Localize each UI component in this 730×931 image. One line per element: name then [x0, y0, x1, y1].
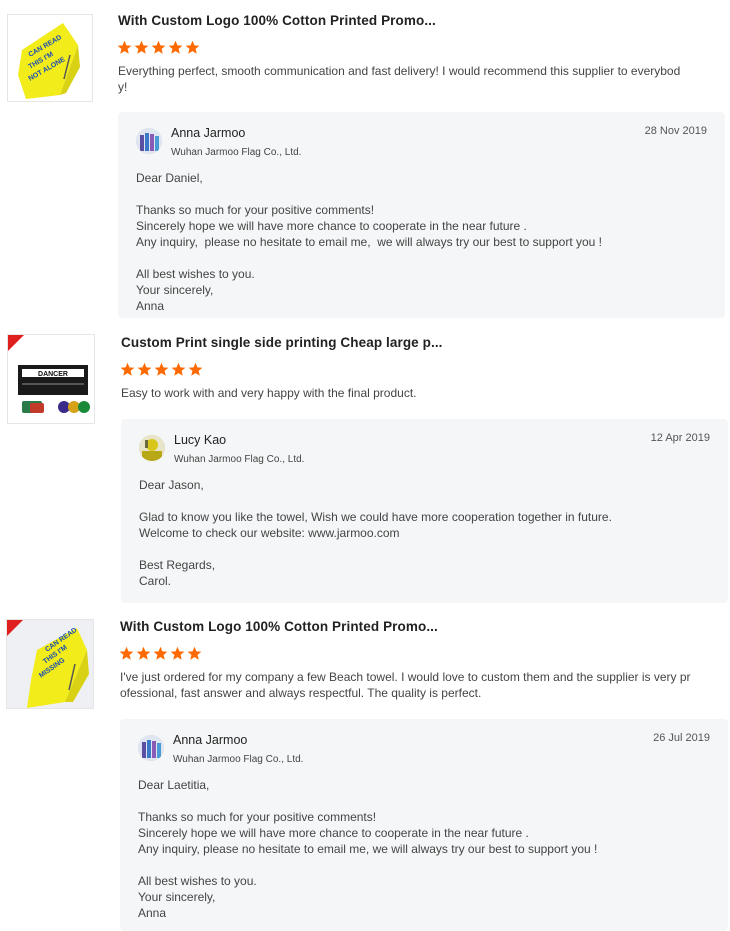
comment-line: I've just ordered for my company a few B…: [120, 670, 691, 684]
product-thumbnail[interactable]: DANCER: [7, 334, 95, 424]
reply-company: Wuhan Jarmoo Flag Co., Ltd.: [173, 754, 304, 765]
review-comment: Easy to work with and very happy with th…: [121, 385, 711, 401]
reply-line: [136, 186, 602, 202]
reply-line: Anna: [136, 299, 165, 313]
reply-date: 28 Nov 2019: [644, 125, 707, 137]
reply-body: Dear Jason, Glad to know you like the to…: [139, 477, 612, 589]
reply-line: Carol.: [139, 574, 172, 588]
reply-line: Welcome to check our website: www.jarmoo…: [139, 526, 400, 540]
reply-line: All best wishes to you.: [136, 267, 255, 281]
star-icon: [151, 40, 166, 54]
star-icon: [136, 646, 151, 660]
star-icon: [171, 362, 186, 376]
review-comment: I've just ordered for my company a few B…: [120, 669, 710, 701]
seller-reply: Lucy Kao Wuhan Jarmoo Flag Co., Ltd. 12 …: [121, 419, 728, 603]
reply-body: Dear Daniel, Thanks so much for your pos…: [136, 170, 602, 314]
star-icon: [117, 40, 132, 54]
star-rating: [120, 362, 203, 377]
product-title[interactable]: Custom Print single side printing Cheap …: [121, 335, 443, 350]
reply-line: [138, 793, 597, 809]
reply-line: Thanks so much for your positive comment…: [138, 810, 377, 824]
star-icon: [170, 646, 185, 660]
avatar: [139, 435, 165, 461]
reply-author-name: Anna Jarmoo: [173, 733, 248, 747]
reply-date: 26 Jul 2019: [653, 732, 710, 744]
reply-line: All best wishes to you.: [138, 874, 257, 888]
comment-line: Easy to work with and very happy with th…: [121, 386, 417, 400]
star-icon: [153, 646, 168, 660]
star-icon: [137, 362, 152, 376]
star-icon: [168, 40, 183, 54]
reply-body: Dear Laetitia, Thanks so much for your p…: [138, 777, 597, 921]
star-icon: [119, 646, 134, 660]
reply-author-name: Lucy Kao: [174, 433, 227, 447]
reply-date: 12 Apr 2019: [650, 432, 710, 444]
avatar: [136, 128, 162, 154]
reply-line: [139, 541, 612, 557]
star-icon: [188, 362, 203, 376]
reply-line: Sincerely hope we will have more chance …: [138, 826, 529, 840]
comment-line: Everything perfect, smooth communication…: [118, 64, 681, 78]
reply-line: Your sincerely,: [136, 283, 214, 297]
star-icon: [154, 362, 169, 376]
reply-line: Dear Laetitia,: [138, 778, 210, 792]
product-title[interactable]: With Custom Logo 100% Cotton Printed Pro…: [120, 619, 438, 634]
star-rating: [117, 40, 200, 55]
review-comment: Everything perfect, smooth communication…: [118, 63, 708, 95]
reply-line: Glad to know you like the towel, Wish we…: [139, 510, 612, 524]
reply-line: Any inquiry, please no hesitate to email…: [136, 235, 602, 249]
avatar: [138, 735, 164, 761]
thumb-print-text: DANCER: [38, 371, 68, 378]
reply-line: [139, 493, 612, 509]
seller-reply: Anna Jarmoo Wuhan Jarmoo Flag Co., Ltd. …: [118, 112, 725, 318]
product-title[interactable]: With Custom Logo 100% Cotton Printed Pro…: [118, 13, 436, 28]
reply-line: [136, 250, 602, 266]
seller-reply: Anna Jarmoo Wuhan Jarmoo Flag Co., Ltd. …: [120, 719, 728, 931]
reply-line: Dear Jason,: [139, 478, 204, 492]
reply-line: Thanks so much for your positive comment…: [136, 203, 375, 217]
star-icon: [134, 40, 149, 54]
star-icon: [120, 362, 135, 376]
reply-line: Sincerely hope we will have more chance …: [136, 219, 527, 233]
reply-author-name: Anna Jarmoo: [171, 126, 246, 140]
comment-line: ofessional, fast answer and always respe…: [120, 686, 482, 700]
product-thumbnail[interactable]: CAN READ THIS I'M NOT ALONE: [7, 14, 93, 102]
reply-line: Dear Daniel,: [136, 171, 203, 185]
product-thumbnail[interactable]: CAN READ THIS I'M MISSING: [6, 619, 94, 709]
reply-line: Anna: [138, 906, 167, 920]
star-rating: [119, 646, 202, 661]
reply-line: Best Regards,: [139, 558, 216, 572]
comment-line: y!: [118, 80, 128, 94]
reply-line: Any inquiry, please no hesitate to email…: [138, 842, 598, 856]
reply-company: Wuhan Jarmoo Flag Co., Ltd.: [171, 147, 302, 158]
reply-line: Your sincerely,: [138, 890, 216, 904]
star-icon: [185, 40, 200, 54]
reply-line: [138, 857, 597, 873]
star-icon: [187, 646, 202, 660]
reply-company: Wuhan Jarmoo Flag Co., Ltd.: [174, 454, 305, 465]
